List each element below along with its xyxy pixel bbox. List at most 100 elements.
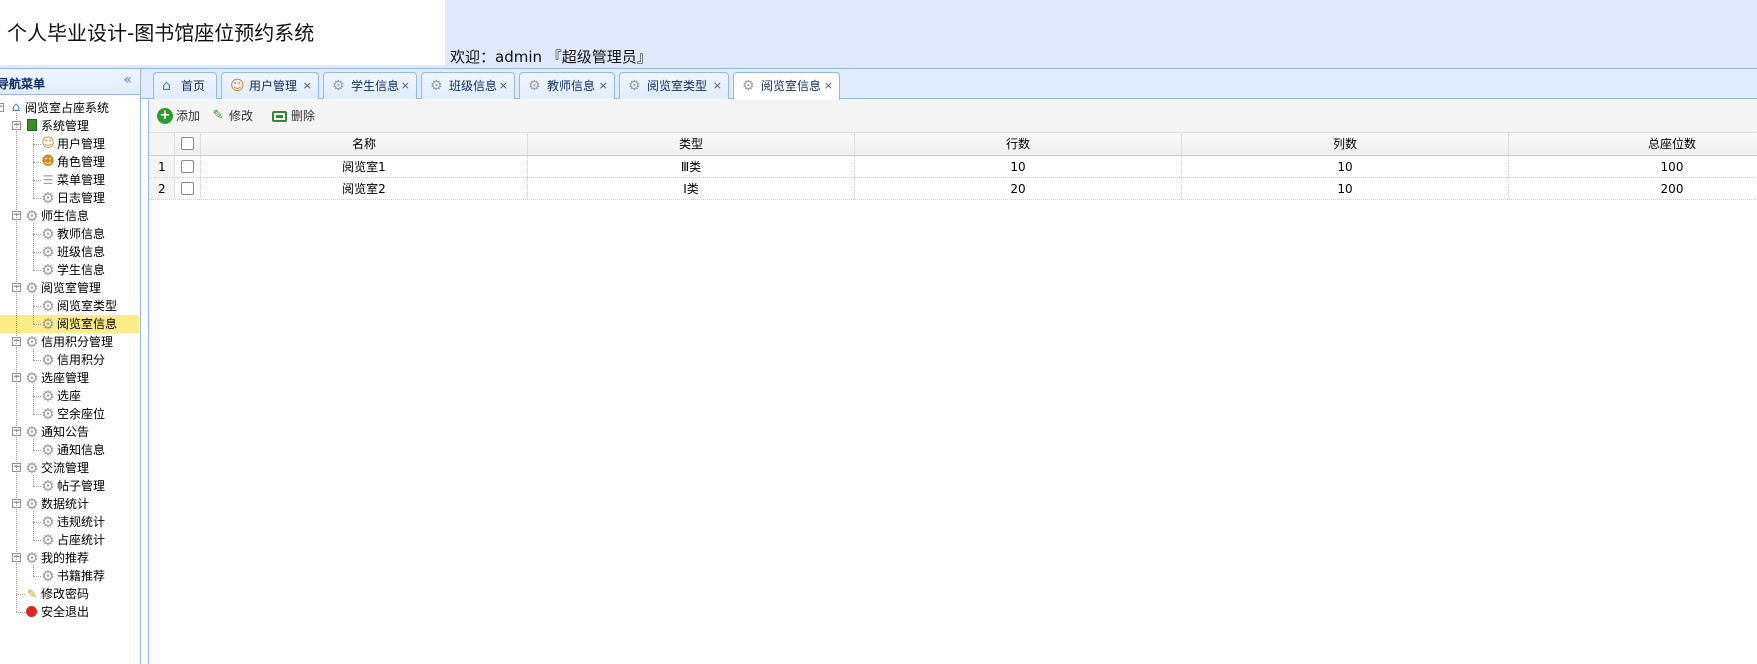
tree-group[interactable]: − ⚙ 通知公告 [0, 423, 140, 441]
close-icon[interactable]: × [499, 73, 508, 99]
sidebar-item[interactable]: ⚙ 书籍推荐 [0, 567, 140, 585]
tab-item[interactable]: ⚙ 教师信息 × [519, 72, 615, 99]
tab-label: 阅览室信息 [761, 79, 822, 93]
tree-group[interactable]: − 系统管理 [0, 117, 140, 135]
tree-node-label: 日志管理 [57, 191, 106, 205]
sidebar-item[interactable]: ⚙ 占座统计 [0, 531, 140, 549]
sidebar-item[interactable]: ☺ 用户管理 [0, 135, 140, 153]
tree-root[interactable]: −⌂阅览室占座系统 [0, 99, 140, 117]
gear-icon: ⚙ [25, 207, 39, 225]
sidebar-item[interactable]: ⚙ 日志管理 [0, 189, 140, 207]
tree-node-label: 系统管理 [41, 119, 90, 133]
gear-icon: ⚙ [742, 78, 755, 94]
tab-home[interactable]: ⌂ 首页 [153, 72, 217, 99]
tree-guide-line [33, 511, 34, 540]
select-all-cell [175, 133, 201, 155]
tree-group[interactable]: − ⚙ 师生信息 [0, 207, 140, 225]
tab-label: 首页 [181, 79, 206, 93]
tree-guide-line [33, 295, 34, 324]
tab-content: + 添加 ✎ 修改 删除 名称 类型 行数 列数 总座位数 1 阅览室1 Ⅲ类 … [148, 100, 1757, 664]
tab-bar: ⌂ 首页 ☺ 用户管理 × ⚙ 学生信息 × ⚙ 班级信息 × ⚙ 教师信息 × ⚙ 阅览室类型 × ⚙ 阅览室信息… [141, 69, 1757, 100]
sidebar-item[interactable]: 安全退出 [0, 603, 140, 621]
sidebar-item[interactable]: ⚙ 教师信息 [0, 225, 140, 243]
tree-node-label: 选座 [57, 389, 82, 403]
sidebar-item[interactable]: ⚙ 阅览室信息 [0, 315, 139, 333]
close-icon[interactable]: × [713, 73, 722, 99]
table-row[interactable]: 1 阅览室1 Ⅲ类 10 10 100 [149, 156, 1757, 178]
toolbar: + 添加 ✎ 修改 删除 [149, 100, 1757, 132]
column-header-name[interactable]: 名称 [201, 133, 528, 155]
user-icon: ☺ [41, 136, 55, 151]
table-row[interactable]: 2 阅览室2 Ⅰ类 20 10 200 [149, 178, 1757, 200]
gear-icon: ⚙ [25, 279, 39, 297]
exit-icon [26, 606, 37, 617]
sidebar-item[interactable]: ⚙ 通知信息 [0, 441, 140, 459]
tree-node-label: 通知信息 [57, 443, 106, 457]
gear-icon: ⚙ [41, 531, 55, 549]
close-icon[interactable]: × [303, 73, 312, 99]
tree-connector [33, 522, 41, 523]
column-header-rows[interactable]: 行数 [855, 133, 1182, 155]
tab-item[interactable]: ⚙ 阅览室信息 × [733, 72, 840, 100]
tree-group[interactable]: − ⚙ 选座管理 [0, 369, 140, 387]
gear-icon: ⚙ [430, 78, 443, 94]
column-header-cols[interactable]: 列数 [1182, 133, 1509, 155]
tree-group[interactable]: − ⚙ 信用积分管理 [0, 333, 140, 351]
close-icon[interactable]: × [824, 73, 833, 99]
gear-icon: ⚙ [332, 78, 345, 94]
tree-connector [33, 252, 41, 253]
column-header-type[interactable]: 类型 [528, 133, 855, 155]
grid-header: 名称 类型 行数 列数 总座位数 [149, 132, 1757, 156]
collapse-toggle-icon[interactable]: − [0, 103, 4, 112]
tree-group[interactable]: − ⚙ 数据统计 [0, 495, 140, 513]
tree-connector [33, 360, 41, 361]
sidebar-item[interactable]: ⚙ 阅览室类型 [0, 297, 140, 315]
row-checkbox[interactable] [181, 182, 194, 195]
gear-icon: ⚙ [41, 225, 55, 243]
sidebar-item[interactable]: ⚙ 信用积分 [0, 351, 140, 369]
column-header-total[interactable]: 总座位数 [1509, 133, 1757, 155]
tab-item[interactable]: ☺ 用户管理 × [221, 72, 319, 99]
tree-node-label: 角色管理 [57, 155, 106, 169]
sidebar-item[interactable]: ⚙ 空余座位 [0, 405, 140, 423]
tree-connector [33, 180, 41, 181]
cell-rows: 20 [855, 178, 1182, 199]
sidebar-item[interactable]: ⚙ 学生信息 [0, 261, 140, 279]
tree-guide-line [33, 439, 34, 450]
tab-label: 教师信息 [547, 79, 596, 93]
close-icon[interactable]: × [401, 73, 410, 99]
add-icon: + [157, 108, 173, 124]
sidebar-item[interactable]: ☰ 菜单管理 [0, 171, 140, 189]
tab-item[interactable]: ⚙ 阅览室类型 × [619, 72, 729, 99]
row-number: 2 [149, 178, 175, 199]
select-all-checkbox[interactable] [181, 137, 194, 150]
close-icon[interactable]: × [599, 73, 608, 99]
gear-icon: ⚙ [41, 477, 55, 495]
tab-item[interactable]: ⚙ 班级信息 × [421, 72, 515, 99]
tree-group[interactable]: − ⚙ 我的推荐 [0, 549, 140, 567]
cell-name: 阅览室1 [201, 156, 528, 177]
sidebar-item[interactable]: ⚙ 班级信息 [0, 243, 140, 261]
double-chevron-left-icon[interactable]: « [123, 73, 132, 87]
delete-icon [272, 111, 287, 122]
cell-type: Ⅰ类 [528, 178, 855, 199]
row-checkbox[interactable] [181, 160, 194, 173]
tree-node-label: 师生信息 [41, 209, 90, 223]
sidebar-item[interactable]: ⚙ 选座 [0, 387, 140, 405]
app-title: 个人毕业设计-图书馆座位预约系统 [7, 21, 315, 45]
tree-group[interactable]: − ⚙ 阅览室管理 [0, 279, 140, 297]
title-box: 个人毕业设计-图书馆座位预约系统 [0, 0, 445, 65]
sidebar-item[interactable]: ☻ 角色管理 [0, 153, 140, 171]
tree-group[interactable]: − ⚙ 交流管理 [0, 459, 140, 477]
sidebar-item[interactable]: ⚙ 帖子管理 [0, 477, 140, 495]
tree-connector [33, 486, 41, 487]
welcome-prefix: 欢迎： [450, 48, 496, 66]
tree-node-label: 交流管理 [41, 461, 90, 475]
gear-icon: ⚙ [41, 441, 55, 459]
tab-item[interactable]: ⚙ 学生信息 × [323, 72, 417, 99]
tree-guide-line [33, 565, 34, 576]
tree-node-label: 帖子管理 [57, 479, 106, 493]
sidebar-item[interactable]: ✎ 修改密码 [0, 585, 140, 603]
tree-node-label: 阅览室类型 [57, 299, 118, 313]
sidebar-item[interactable]: ⚙ 违规统计 [0, 513, 140, 531]
